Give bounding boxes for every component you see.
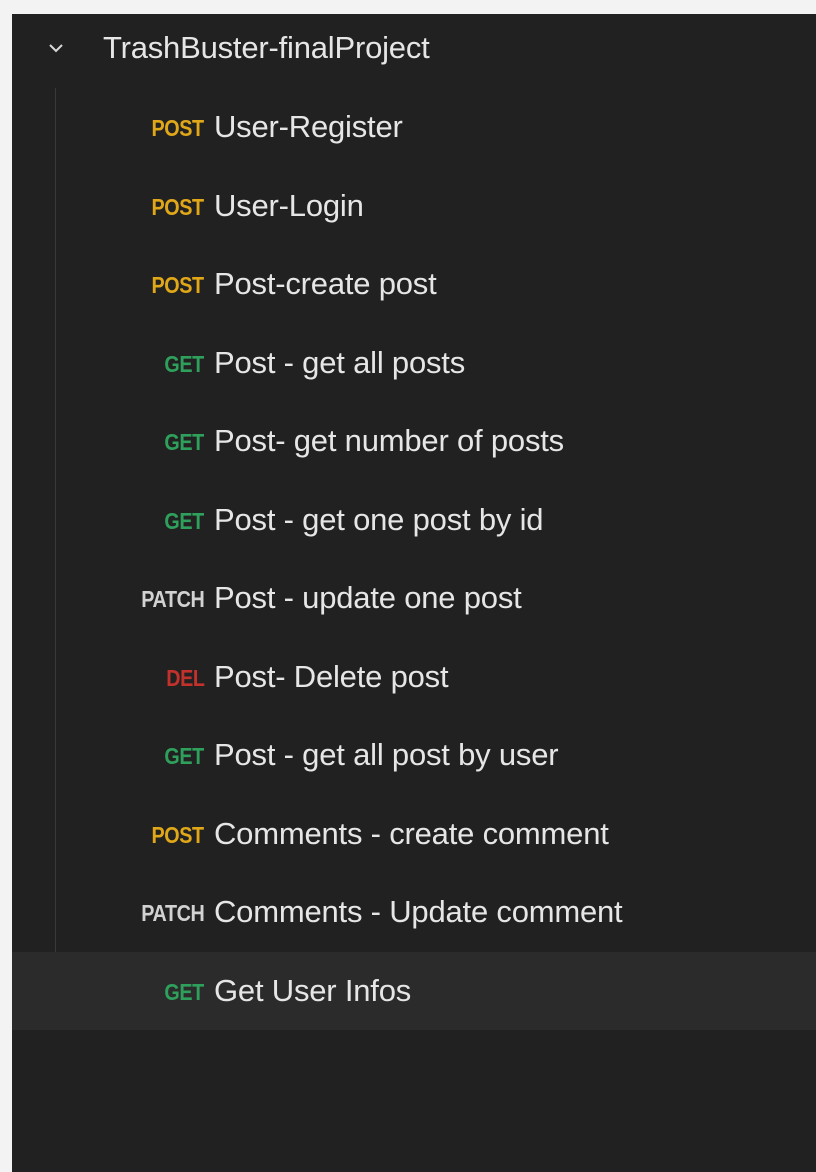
request-item-update-comment[interactable]: PATCH Comments - Update comment xyxy=(12,873,816,952)
request-item-update-one-post[interactable]: PATCH Post - update one post xyxy=(12,559,816,638)
method-badge: DEL xyxy=(165,664,205,691)
request-item-get-all-posts[interactable]: GET Post - get all posts xyxy=(12,324,816,403)
method-badge: POST xyxy=(151,193,205,220)
request-item-user-register[interactable]: POST User-Register xyxy=(12,88,816,167)
method-badge: PATCH xyxy=(140,900,204,926)
request-item-user-login[interactable]: POST User-Login xyxy=(12,167,816,246)
request-name: Post- Delete post xyxy=(214,658,449,694)
method-badge: GET xyxy=(164,429,205,455)
request-item-create-comment[interactable]: POST Comments - create comment xyxy=(12,795,816,874)
method-badge: GET xyxy=(164,350,205,377)
request-item-get-all-post-by-user[interactable]: GET Post - get all post by user xyxy=(12,716,816,795)
collection-header[interactable]: TrashBuster-finalProject xyxy=(12,14,816,80)
request-item-delete-post[interactable]: DEL Post- Delete post xyxy=(12,638,816,717)
chevron-down-icon[interactable] xyxy=(46,38,66,58)
request-name: Post- get number of posts xyxy=(214,423,564,458)
request-name: Post - update one post xyxy=(214,580,522,615)
request-name: Post-create post xyxy=(214,266,437,301)
request-name: Post - get all post by user xyxy=(214,737,559,772)
method-badge: GET xyxy=(164,743,205,769)
request-name: Post - get one post by id xyxy=(214,501,544,537)
method-badge: POST xyxy=(151,272,205,298)
collection-name: TrashBuster-finalProject xyxy=(103,30,430,65)
request-name: Post - get all posts xyxy=(214,344,466,380)
method-badge: GET xyxy=(164,507,205,534)
request-item-get-user-infos[interactable]: GET Get User Infos xyxy=(12,951,816,1030)
collection-sidebar: TrashBuster-finalProject POST User-Regis… xyxy=(12,14,816,1172)
request-item-create-post[interactable]: POST Post-create post xyxy=(12,245,816,324)
request-name: Comments - Update comment xyxy=(214,894,623,929)
method-badge: GET xyxy=(164,978,205,1005)
request-name: User-Login xyxy=(214,187,364,223)
request-name: Get User Infos xyxy=(214,972,412,1008)
method-badge: PATCH xyxy=(140,586,204,612)
request-item-get-one-post-by-id[interactable]: GET Post - get one post by id xyxy=(12,481,816,560)
request-list: POST User-Register POST User-Login POST … xyxy=(12,88,816,1030)
method-badge: POST xyxy=(151,115,205,141)
request-item-get-number-of-posts[interactable]: GET Post- get number of posts xyxy=(12,402,816,481)
method-badge: POST xyxy=(151,821,205,848)
request-name: User-Register xyxy=(214,109,403,144)
request-name: Comments - create comment xyxy=(214,815,609,851)
